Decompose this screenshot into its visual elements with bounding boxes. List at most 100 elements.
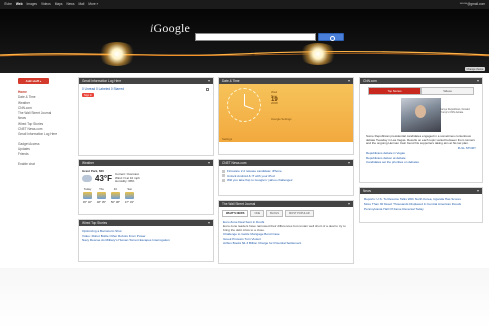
wsj-tabs: WHAT'S NEWS ONE BLOGS MOST POPULAR [219,207,353,217]
forecast-weather-icon [97,191,106,199]
cnet-list: Firmware 2.2 release candidate: iPhone Un… [219,166,353,186]
refresh-icon[interactable] [206,88,209,91]
datetime-gadget: Date & Time Wed Nov 19 2008 iGoogle Sett… [218,77,354,155]
banner-glow-right [298,43,338,65]
wsj-story-summary: Euro-zone leaders have narrowed their di… [223,223,346,233]
top-nav-link[interactable]: Videos [41,2,51,6]
gadget-title: CNN.com [363,79,377,83]
wsj-tab[interactable]: ONE [250,210,265,217]
clock-hour-hand [244,94,246,105]
sidebar-item[interactable]: Enable chat [18,162,74,167]
weather-forecast: Today 45° 32° Thu 48° 35° Fri 50° 38° Sat 47° 3… [82,187,210,204]
forecast-weather-icon [83,191,92,199]
gadget-header[interactable]: CNET News.com [219,160,353,166]
checkbox-icon[interactable] [222,174,225,178]
checkbox-icon[interactable] [222,178,225,182]
cnn-tabs: Top Stories Videos [368,87,474,95]
top-nav-link[interactable]: Maps [55,2,63,6]
top-nav-link[interactable]: News [66,2,74,6]
top-nav-link[interactable]: Mail [78,2,84,6]
gmail-counts: 0 Unread 0 Labeled 0 Starred [82,87,124,91]
cnn-photo-caption: Kanye Republican, Donald Trump's CNN deb… [440,108,470,114]
gadget-menu-icon[interactable] [348,161,350,164]
add-stuff-button[interactable]: Add stuff » [18,78,49,84]
wsj-story-link[interactable]: Airbus Books $1.3 Billion Charge for Pot… [223,241,349,245]
search-input[interactable] [195,33,316,41]
gadget-title: Gmail Information Log Here [82,79,122,83]
cnn-related-links: Republicans debate in Vegas Republicans d… [360,150,482,165]
gadget-title: CNET News.com [222,161,247,165]
wsj-list: Euro Zone Deal Sent in Doubt Euro-zone le… [219,217,353,249]
wsj-tab[interactable]: WHAT'S NEWS [222,210,249,217]
datetime-body: Wed Nov 19 2008 iGoogle Settings Setting… [219,84,353,142]
theme-banner: iGoogle Change theme [0,9,489,73]
gadget-title: The Wall Street Journal [222,202,256,206]
left-sidebar: Add stuff » Home Date & Time Weather CNN.co… [18,78,74,167]
sidebar-item[interactable]: Gmail Information Log Here [18,132,74,137]
top-nav-link[interactable]: Images [27,2,37,6]
cnn-tab[interactable]: Videos [421,87,474,95]
wired-gadget: Wired Top Stories Optimizing a Barnstorm… [78,219,214,262]
forecast-day: Thu 48° 35° [96,187,107,204]
top-nav-link[interactable]: More » [88,2,98,6]
gadget-header[interactable]: News [360,188,482,194]
sidebar-item[interactable]: Friends [18,152,74,157]
calendar-year: 2008 [271,101,278,106]
forecast-hi-lo: 47° 33° [124,199,135,204]
cnn-gadget: CNN.com Top Stories Videos Kanye Republic… [359,77,483,183]
wsj-tab[interactable]: BLOGS [266,210,284,217]
datetime-settings-link[interactable]: Settings [222,137,232,141]
gadget-title: Wired Top Stories [82,221,108,225]
calendar-date: Wed Nov 19 2008 [271,90,278,106]
forecast-day-name: Fri [113,186,118,191]
gadget-header[interactable]: Weather [79,160,213,166]
forecast-weather-icon [111,191,120,199]
change-theme-link[interactable]: Change theme [464,67,485,71]
forecast-day: Today 45° 32° [82,187,93,204]
cnn-tab[interactable]: Top Stories [368,87,421,95]
top-nav-bar: iTube Web Images Videos Maps News Mail More » *… [0,0,489,9]
forecast-day-name: Thu [99,186,104,191]
news-gadget: News Reports: U.S. To Resume Talks With … [359,187,483,223]
banner-glow-left [97,42,137,66]
wired-story-link[interactable]: Navy Rescue As Military's Human Torrent … [82,238,210,243]
gmail-body: 0 Unread 0 Labeled 0 Starred Sign in [79,84,213,100]
gadget-menu-icon[interactable] [348,202,350,205]
gadget-menu-icon[interactable] [208,79,210,82]
top-nav-links: iTube Web Images Videos Maps News Mail More » [4,2,98,6]
gmail-sign-in-button[interactable]: Sign in [82,93,94,97]
datetime-link[interactable]: iGoogle Settings [271,117,292,121]
wired-list: Optimizing a Barnstorm Shot Video: Robot … [79,226,213,246]
cnn-story-photo[interactable] [401,97,441,132]
cnn-story-text: Some Republican presidential candidates … [366,133,475,146]
account-email[interactable]: ******@gmail.com [460,2,485,6]
gadget-menu-icon[interactable] [477,79,479,82]
checkbox-icon[interactable] [222,169,225,173]
gadget-menu-icon[interactable] [348,79,350,82]
weather-gadget: Weather Grant Park, MN 43°F Current: Ove… [78,159,214,215]
top-nav-link[interactable]: iTube [4,2,12,6]
gadget-menu-icon[interactable] [208,221,210,224]
igoogle-logo[interactable]: iGoogle [150,21,190,36]
gadget-menu-icon[interactable] [477,189,479,192]
gadget-title: Weather [82,161,94,165]
forecast-day-name: Sat [127,186,132,191]
forecast-hi-lo: 50° 38° [110,199,121,204]
cnet-story[interactable]: Will you take flop to Google's 'yahoo ch… [222,178,350,183]
gadget-header[interactable]: Wired Top Stories [79,220,213,226]
gadget-menu-icon[interactable] [208,161,210,164]
page-reflection [0,268,489,329]
sidebar-tab-list: Home Date & Time Weather CNN.com The Wall St… [18,90,74,167]
gadget-header[interactable]: CNN.com [360,78,482,84]
top-nav-link[interactable]: Web [16,2,23,6]
weather-condition-line: Humidity: 68% [114,179,135,184]
gadget-header[interactable]: The Wall Street Journal [219,201,353,207]
weather-temperature: 43°F [95,173,112,183]
news-story-link[interactable]: Pennsylvania Hall Of Fame Reversal Today [364,207,478,212]
cnn-related-link[interactable]: Candidates set the priorities on debates [366,160,476,164]
search-button[interactable] [318,33,344,41]
cloud-icon [82,174,92,182]
gadget-header[interactable]: Gmail Information Log Here [79,78,213,84]
cnet-story-link[interactable]: Will you take flop to Google's 'yahoo ch… [227,178,293,183]
wsj-tab[interactable]: MOST POPULAR [285,210,314,217]
